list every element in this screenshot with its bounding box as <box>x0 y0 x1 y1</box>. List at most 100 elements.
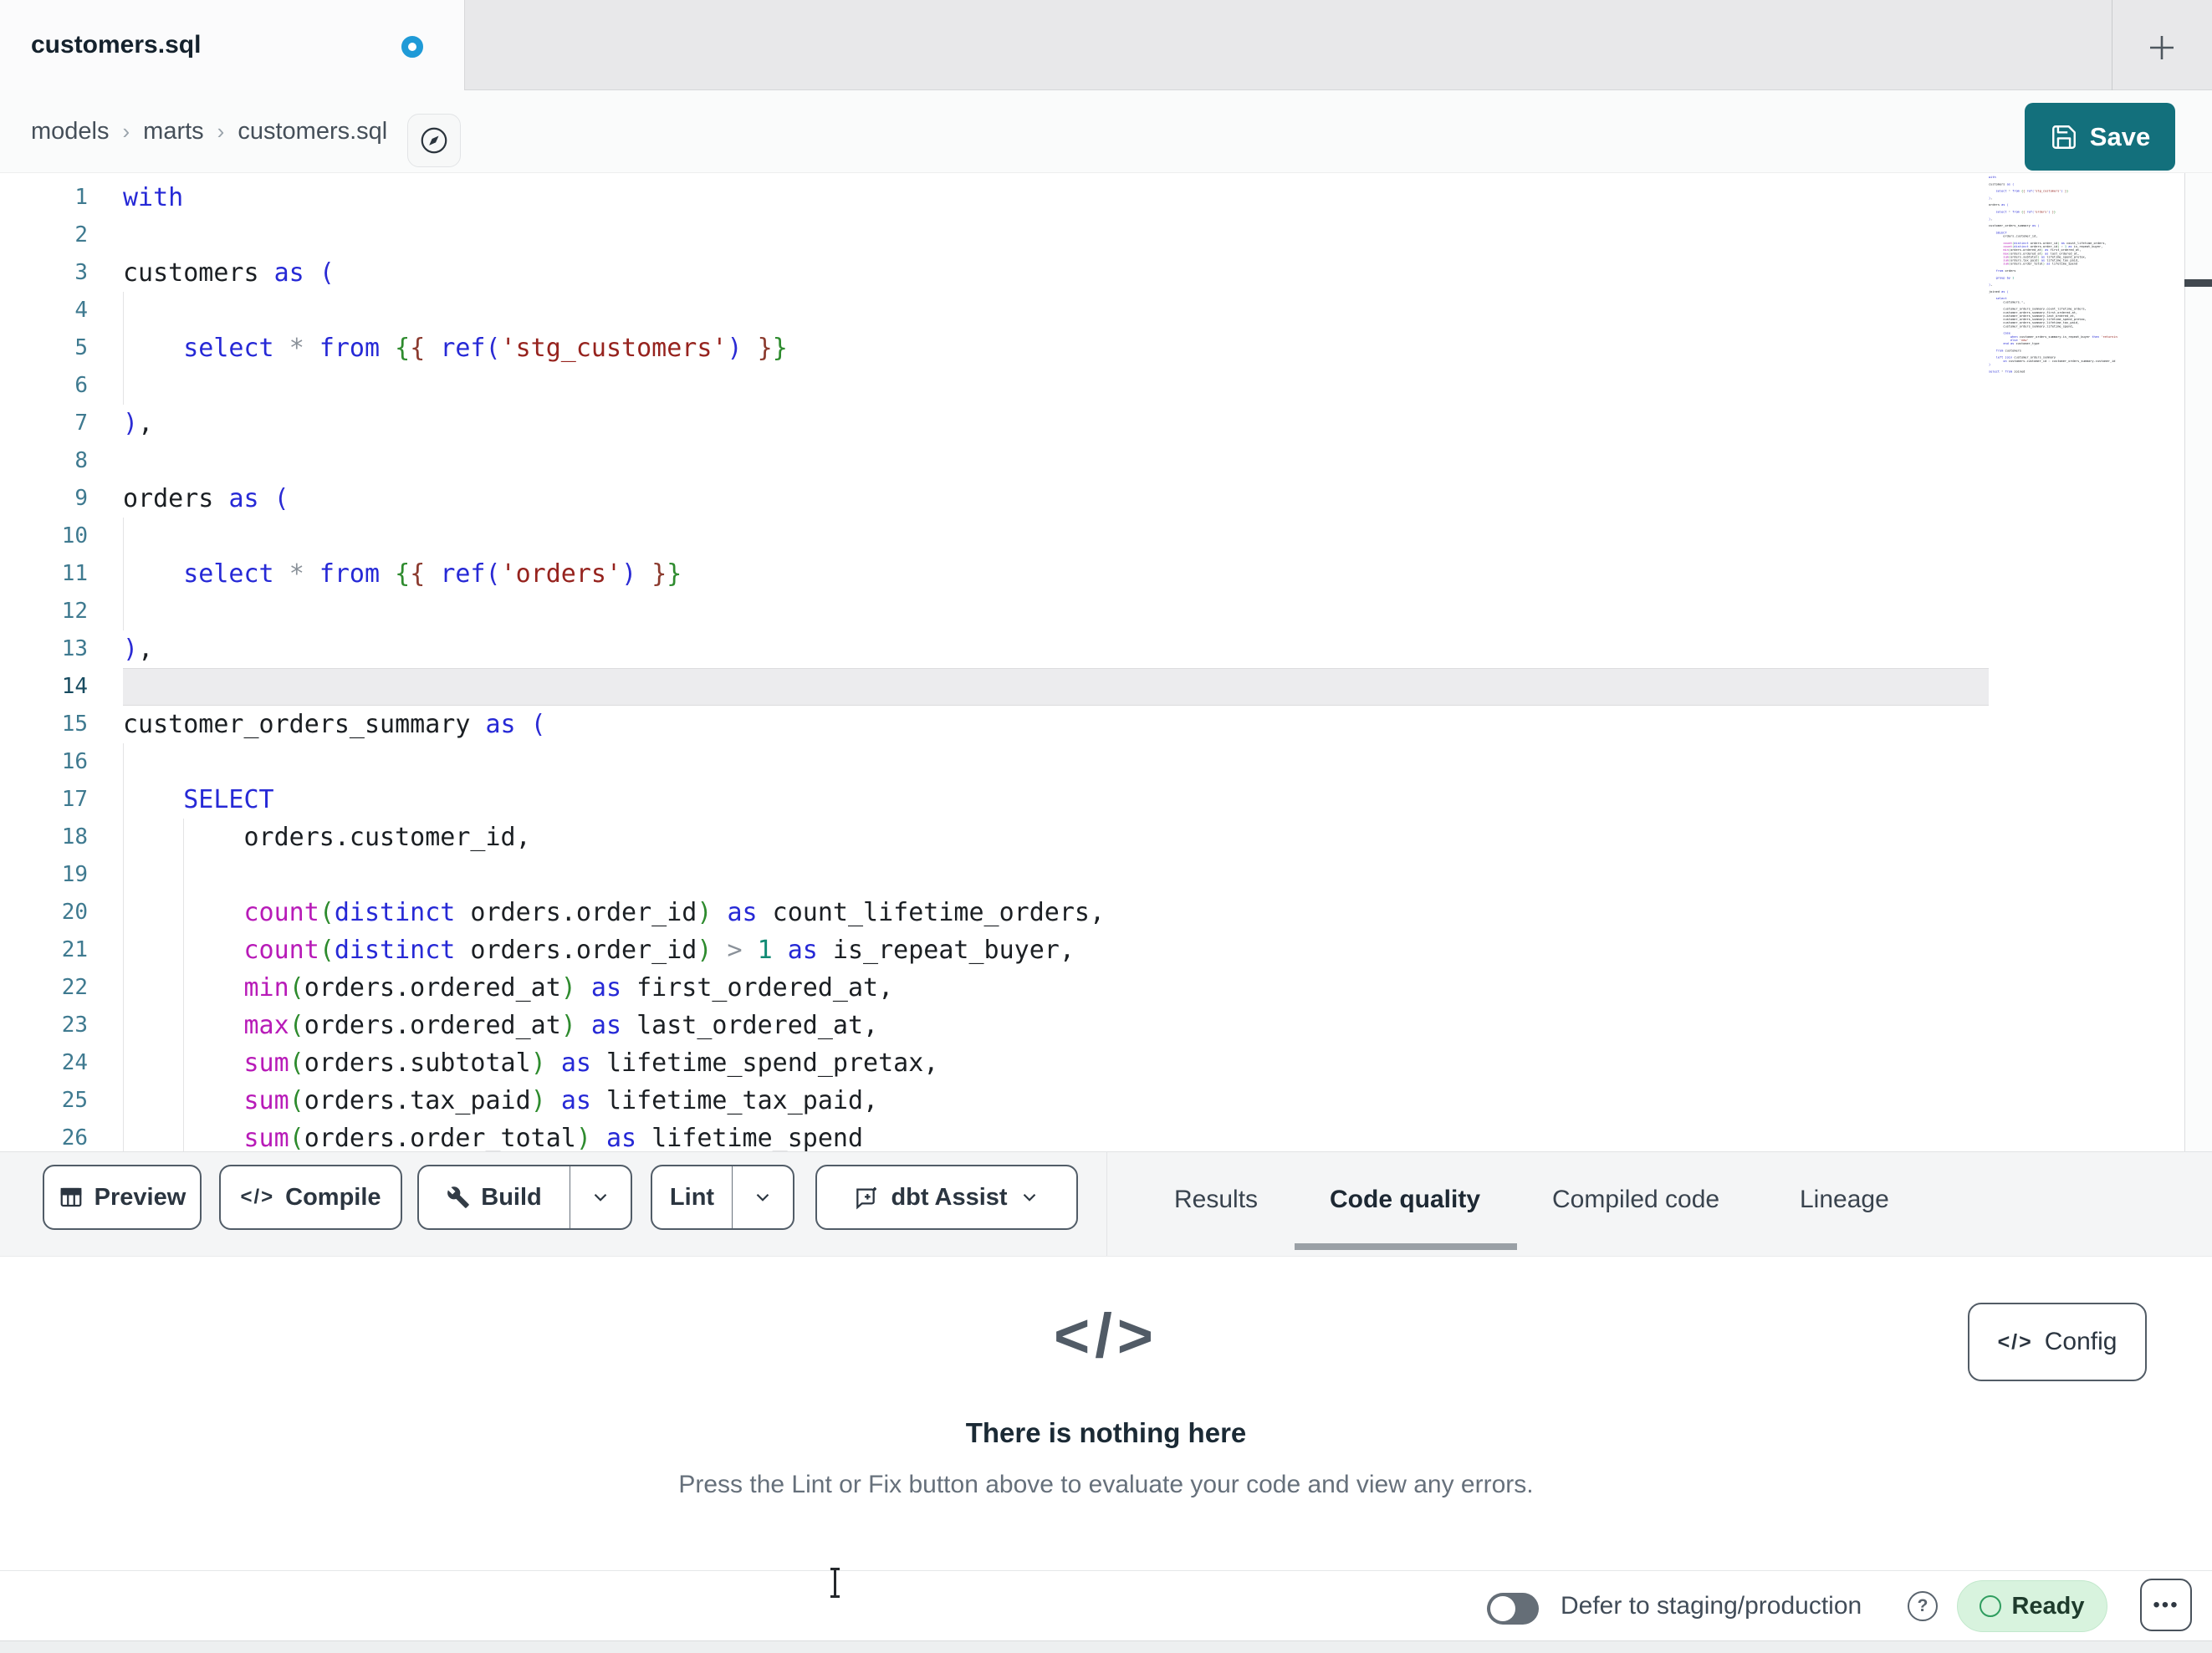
code-line[interactable]: orders.customer_id, <box>123 819 1105 856</box>
scrollbar-track[interactable] <box>2185 173 2212 1151</box>
lint-split-button: Lint <box>651 1165 794 1230</box>
compile-button[interactable]: </> Compile <box>219 1165 402 1230</box>
breadcrumb-item-file: customers.sql <box>238 118 388 145</box>
code-line[interactable] <box>123 668 1105 706</box>
code-line[interactable]: customer_orders_summary as ( <box>123 706 1105 743</box>
line-number: 4 <box>74 298 88 323</box>
tab-customers-sql[interactable]: customers.sql <box>0 0 465 90</box>
code-line[interactable]: customers as ( <box>123 254 1105 292</box>
help-glyph: ? <box>1917 1596 1928 1615</box>
code-line[interactable] <box>123 367 1105 405</box>
line-number: 21 <box>61 937 88 962</box>
lint-button-label: Lint <box>669 1183 715 1211</box>
code-line[interactable]: count(distinct orders.order_id) as count… <box>123 894 1106 931</box>
code-line[interactable]: select * from {{ ref('stg_customers') }} <box>123 329 1105 367</box>
code-editor[interactable]: 1 2 3 4 5 6 7 8 9 10 11 12 13 14 15 16 17 18 19 20 21 22 23 24 2… <box>0 173 2212 1151</box>
build-button[interactable]: Build <box>419 1184 570 1212</box>
build-dropdown-button[interactable] <box>570 1186 631 1208</box>
tab-compiled-code[interactable]: Compiled code <box>1552 1152 1719 1247</box>
minimap-line: on customers.customer_id = customer_orde… <box>2003 359 2116 363</box>
wrench-icon <box>447 1186 470 1209</box>
code-line[interactable] <box>123 217 1105 254</box>
minimap-line: select * from joined <box>1989 369 2026 374</box>
line-number: 1 <box>74 185 88 210</box>
empty-state-title: There is nothing here <box>965 1417 1247 1448</box>
tab-results-label: Results <box>1174 1185 1259 1213</box>
lint-dropdown-button[interactable] <box>733 1186 793 1208</box>
code-line[interactable]: ), <box>123 405 1105 442</box>
build-split-button: Build <box>417 1165 632 1230</box>
tab-compiled-code-label: Compiled code <box>1552 1185 1720 1213</box>
scrollbar-thumb[interactable] <box>2184 279 2212 287</box>
line-number: 22 <box>61 975 88 1000</box>
table-grid-icon <box>59 1185 84 1210</box>
line-number: 11 <box>61 561 88 586</box>
open-in-explorer-button[interactable] <box>407 114 461 167</box>
code-line[interactable]: max(orders.ordered_at) as last_ordered_a… <box>123 1007 1105 1044</box>
breadcrumb-item-models[interactable]: models <box>31 118 110 145</box>
code-icon: </> <box>1054 1301 1158 1370</box>
tab-code-quality[interactable]: Code quality <box>1330 1152 1480 1247</box>
tab-lineage[interactable]: Lineage <box>1800 1152 1889 1247</box>
code-line[interactable] <box>123 743 1105 781</box>
code-line[interactable] <box>123 292 1105 329</box>
line-number: 15 <box>61 712 88 737</box>
config-button[interactable]: </> Config <box>1968 1303 2147 1381</box>
ellipsis-icon: ••• <box>2153 1593 2179 1616</box>
defer-toggle[interactable] <box>1487 1593 1539 1625</box>
line-number-gutter: 1 2 3 4 5 6 7 8 9 10 11 12 13 14 15 16 17 18 19 20 21 22 23 24 2… <box>0 179 123 1151</box>
code-line[interactable]: sum(orders.tax_paid) as lifetime_tax_pai… <box>123 1082 1105 1120</box>
compass-icon <box>418 125 450 156</box>
code-line[interactable]: orders as ( <box>123 480 1105 518</box>
window-bottom-edge <box>0 1640 2212 1653</box>
code-line[interactable]: ), <box>123 630 1105 668</box>
save-button[interactable]: Save <box>2025 103 2175 171</box>
tab-title: customers.sql <box>31 31 202 59</box>
preview-button[interactable]: Preview <box>43 1165 202 1230</box>
code-line[interactable]: sum(orders.order_total) as lifetime_spen… <box>123 1120 1105 1151</box>
line-number: 24 <box>61 1050 88 1075</box>
more-menu-button[interactable]: ••• <box>2140 1579 2192 1631</box>
code-line[interactable]: SELECT <box>123 781 1105 819</box>
status-circle-icon <box>1980 1595 2002 1617</box>
code-line[interactable] <box>123 442 1105 480</box>
line-number: 9 <box>74 486 88 511</box>
line-number: 10 <box>61 523 88 548</box>
lint-button[interactable]: Lint <box>652 1184 732 1212</box>
tab-results[interactable]: Results <box>1174 1152 1258 1247</box>
code-line[interactable] <box>123 518 1105 555</box>
tab-lineage-label: Lineage <box>1800 1185 1889 1213</box>
new-tab-button[interactable] <box>2138 24 2185 71</box>
code-line[interactable]: select * from {{ ref('orders') }} <box>123 555 1105 593</box>
code-line[interactable]: sum(orders.subtotal) as lifetime_spend_p… <box>123 1044 1105 1082</box>
code-line[interactable]: count(distinct orders.order_id) > 1 as i… <box>123 931 1105 969</box>
line-number: 7 <box>74 411 88 436</box>
dbt-assist-button[interactable]: dbt Assist <box>815 1165 1078 1230</box>
help-icon[interactable]: ? <box>1908 1591 1938 1621</box>
empty-state-subtitle: Press the Lint or Fix button above to ev… <box>678 1471 1534 1498</box>
line-number: 16 <box>61 749 88 774</box>
breadcrumb: models › marts › customers.sql <box>31 90 387 173</box>
chevron-down-icon <box>590 1186 611 1208</box>
save-icon <box>2050 123 2078 151</box>
minimap-content: with customers as ( select * from {{ ref(… <box>1989 176 2117 373</box>
code-line[interactable] <box>123 856 1105 894</box>
code-line[interactable] <box>123 593 1105 630</box>
status-badge: Ready <box>1957 1580 2107 1632</box>
dbt-ide-window: customers.sql models › marts › customers… <box>0 0 2212 1653</box>
chevron-right-icon: › <box>122 119 130 144</box>
code-icon: </> <box>1997 1329 2033 1354</box>
status-bar: Defer to staging/production ? Ready ••• <box>0 1570 2212 1640</box>
text-cursor-pointer <box>829 1568 841 1598</box>
minimap[interactable]: with customers as ( select * from {{ ref(… <box>1989 176 2117 378</box>
chevron-right-icon: › <box>217 119 225 144</box>
breadcrumb-bar: models › marts › customers.sql Save <box>0 90 2212 173</box>
breadcrumb-item-marts[interactable]: marts <box>143 118 204 145</box>
plus-icon <box>2145 31 2179 64</box>
line-number: 25 <box>61 1088 88 1113</box>
tab-code-quality-label: Code quality <box>1330 1185 1481 1213</box>
code-line[interactable]: with <box>123 179 1105 217</box>
editor-tab-bar: customers.sql <box>0 0 2212 90</box>
code-lines: with customers as ( select * from {{ ref(… <box>123 179 1105 1151</box>
code-line[interactable]: min(orders.ordered_at) as first_ordered_… <box>123 969 1105 1007</box>
